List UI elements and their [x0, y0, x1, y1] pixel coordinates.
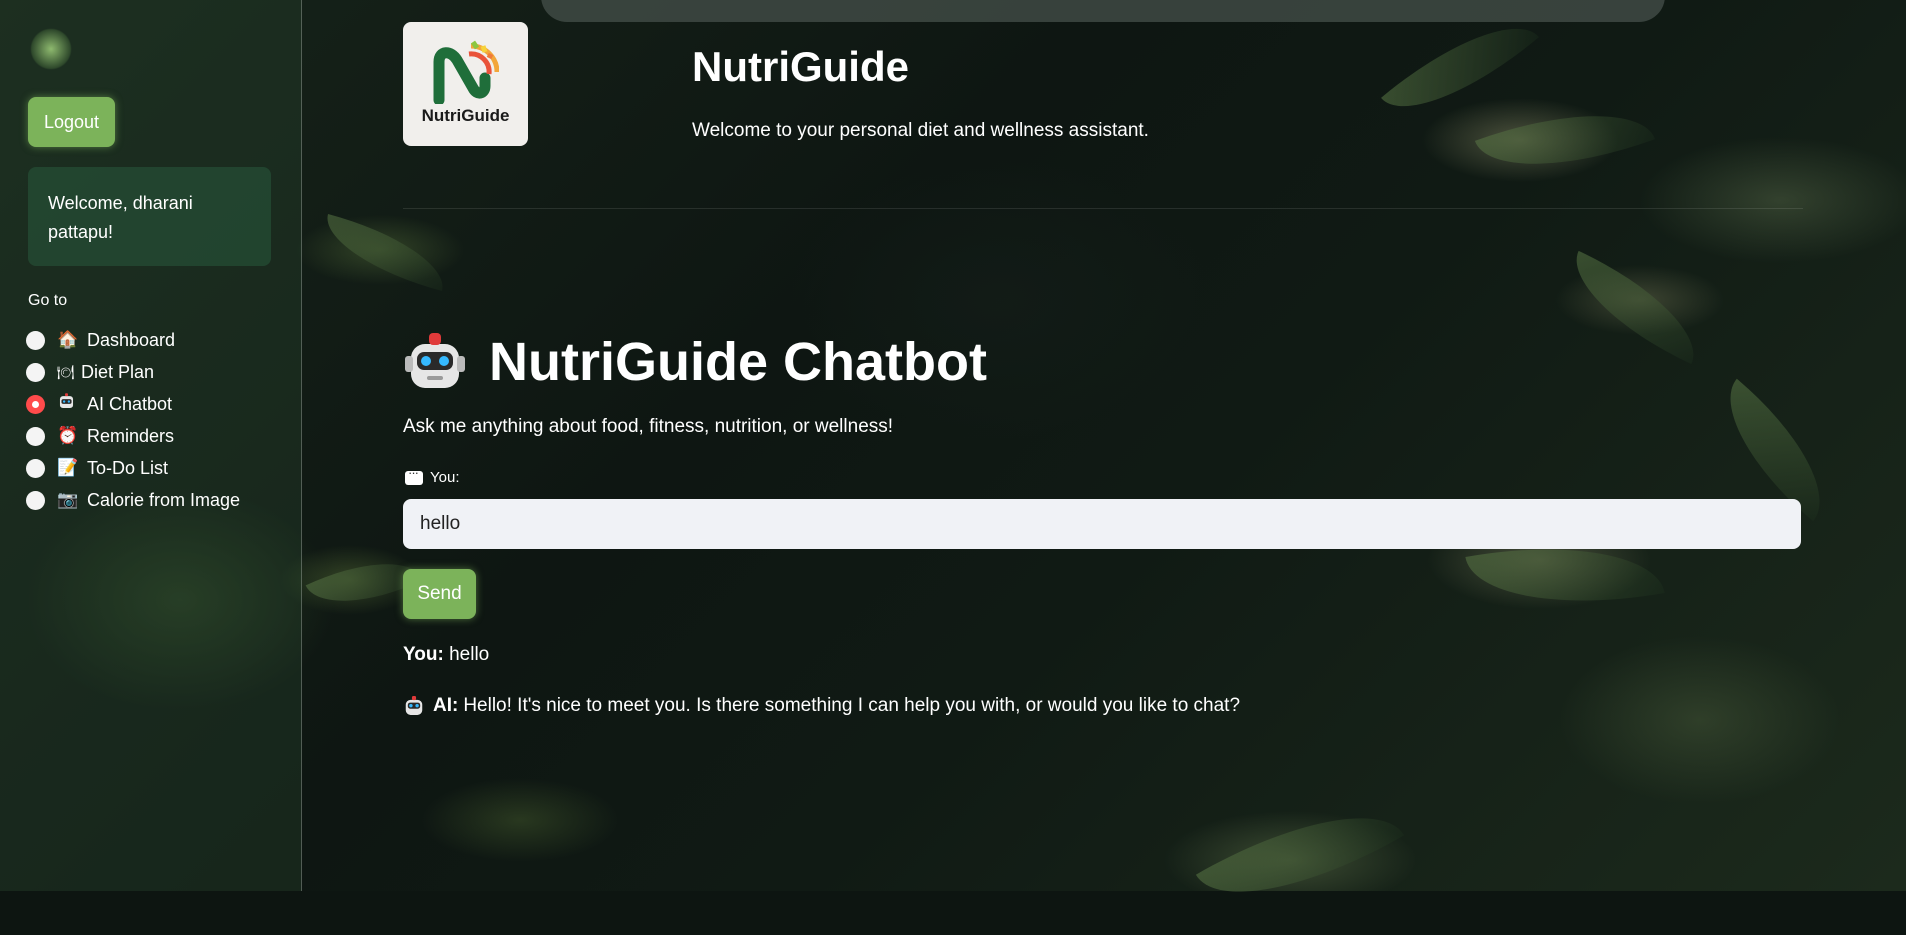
welcome-message: Welcome, dharani pattapu!	[28, 167, 271, 266]
sidebar-glow-icon	[30, 28, 72, 70]
top-banner	[541, 0, 1665, 22]
chat-message-ai: AI: Hello! It's nice to meet you. Is the…	[403, 695, 1240, 717]
radio-button[interactable]	[26, 490, 45, 510]
radio-button[interactable]	[26, 426, 45, 446]
nav-item-label: Dashboard	[87, 329, 176, 350]
nav-radio-group: 🏠 Dashboard 🍽 Diet Plan AI Chatbot ⏰ Rem…	[26, 324, 240, 516]
radio-button-selected[interactable]	[26, 394, 45, 414]
robot-icon	[57, 392, 81, 416]
radio-button[interactable]	[26, 330, 45, 350]
nav-item-calorie-from-image[interactable]: 📷 Calorie from Image	[26, 484, 240, 516]
robot-icon	[405, 333, 465, 388]
chat-title-text: NutriGuide Chatbot	[489, 332, 987, 392]
nav-item-to-do-list[interactable]: 📝 To-Do List	[26, 452, 240, 484]
house-icon: 🏠	[57, 330, 79, 349]
nav-item-label: Reminders	[87, 425, 175, 446]
radio-button[interactable]	[26, 458, 45, 478]
plate-icon: 🍽	[57, 363, 75, 380]
nav-item-diet-plan[interactable]: 🍽 Diet Plan	[26, 356, 240, 388]
nutriguide-logo: NutriGuide	[403, 22, 528, 146]
nav-label: Go to	[28, 292, 68, 309]
camera-icon: 📷	[57, 490, 79, 509]
radio-button[interactable]	[26, 362, 45, 382]
memo-icon: 📝	[57, 458, 79, 477]
nav-item-ai-chatbot[interactable]: AI Chatbot	[26, 388, 240, 420]
chat-description: Ask me anything about food, fitness, nut…	[403, 416, 894, 437]
divider	[403, 208, 1803, 209]
nav-item-label: Calorie from Image	[87, 489, 241, 510]
nav-item-reminders[interactable]: ⏰ Reminders	[26, 420, 240, 452]
nav-item-dashboard[interactable]: 🏠 Dashboard	[26, 324, 240, 356]
message-text: hello	[449, 644, 490, 665]
message-text: Hello! It's nice to meet you. Is there s…	[463, 695, 1241, 716]
speaker-label: You:	[403, 644, 444, 665]
app-title: NutriGuide	[692, 43, 909, 90]
nav-item-label: AI Chatbot	[87, 393, 173, 414]
robot-icon	[405, 696, 423, 715]
send-button[interactable]: Send	[403, 569, 476, 619]
leaf-n-logo-icon	[433, 40, 499, 104]
chat-message-user: You: hello	[403, 644, 489, 666]
nav-item-label: Diet Plan	[81, 361, 155, 382]
logo-text: NutriGuide	[421, 106, 510, 125]
app-subtitle: Welcome to your personal diet and wellne…	[692, 120, 1149, 141]
input-label-text: You:	[430, 469, 460, 486]
speech-bubble-icon	[405, 465, 423, 485]
nav-item-label: To-Do List	[87, 457, 169, 478]
input-label: You:	[405, 465, 460, 486]
alarm-clock-icon: ⏰	[57, 426, 79, 445]
page-title: NutriGuide Chatbot	[403, 327, 987, 397]
speaker-label: AI:	[433, 695, 459, 716]
sidebar: Logout Welcome, dharani pattapu! Go to 🏠…	[0, 0, 302, 891]
message-input[interactable]	[403, 499, 1801, 549]
logout-button[interactable]: Logout	[28, 97, 116, 147]
